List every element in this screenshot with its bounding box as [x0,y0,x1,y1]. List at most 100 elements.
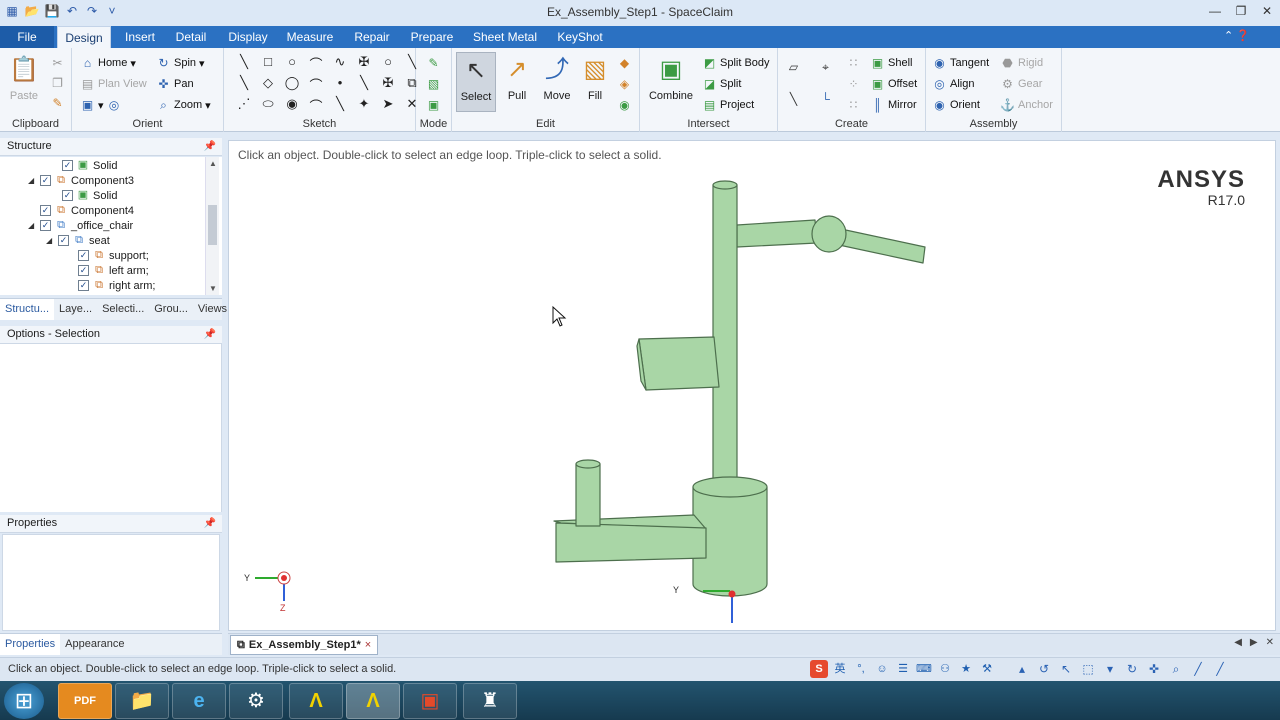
slot-tool-icon[interactable]: ⬭ [256,96,280,117]
tree-item-right-arm[interactable]: ✓ ⧉ right arm; [66,278,155,293]
pin-icon[interactable]: 📌 [204,138,216,155]
back-post[interactable] [712,184,738,494]
linear-pattern-icon[interactable]: ∷ [846,54,861,72]
extend-icon[interactable]: ✦ [352,96,376,117]
taskbar-ansys-workbench-icon[interactable]: Λ [289,683,343,719]
tree-item-component3[interactable]: ◢ ✓ ⧉ Component3 [28,173,134,188]
tweak-face-icon[interactable]: ◉ [617,96,632,114]
taskbar-spaceclaim-icon[interactable]: Λ [346,683,400,719]
taskbar-internet-explorer-icon[interactable]: e [172,683,226,719]
visibility-checkbox[interactable]: ✓ [62,160,73,171]
view-cube-button[interactable]: ▣ ▾ ◎ [80,96,122,114]
select-button[interactable]: ↖ Select [456,52,496,112]
sweep-arc-icon[interactable]: ⌒ [304,75,328,96]
orient-button[interactable]: ◉ Orient [932,96,980,114]
keyboard-icon[interactable]: ⌨ [915,660,933,678]
seat-peg[interactable] [575,463,601,527]
tree-item-component4[interactable]: ✓ ⧉ Component4 [28,203,134,218]
tree-item-solid[interactable]: ✓ ▣ Solid [50,188,117,203]
blend-icon[interactable]: ◆ [617,54,632,72]
tab-appearance[interactable]: Appearance [60,634,129,655]
three-point-arc-icon[interactable]: ⌒ [304,96,328,117]
skin-icon[interactable]: ⚇ [936,660,954,678]
tree-scrollbar[interactable]: ▲ ▼ [205,157,219,295]
tab-scroll-right-icon[interactable]: ▶ [1250,637,1258,648]
scrollbar-thumb[interactable] [208,205,217,245]
language-toggle-icon[interactable]: 英 [831,660,849,678]
visibility-checkbox[interactable]: ✓ [40,175,51,186]
tab-scroll-left-icon[interactable]: ◀ [1234,637,1242,648]
collapse-arrow-icon[interactable]: ◢ [28,176,37,185]
copy-icon[interactable]: ❐ [50,74,65,92]
3d-viewport[interactable]: Y Y Z Click an object. Double-click to s… [228,140,1276,631]
visibility-checkbox[interactable]: ✓ [40,220,51,231]
ellipse-tool-icon[interactable]: ○ [376,54,400,75]
collapse-arrow-icon[interactable]: ◢ [28,221,37,230]
settings-icon[interactable]: ⚒ [978,660,996,678]
more-tools-icon[interactable]: ╱ [1212,661,1228,677]
plan-view-button[interactable]: ▤ Plan View [80,75,147,93]
three-point-circle-icon[interactable]: ◯ [280,75,304,96]
tree-item-solid[interactable]: ✓ ▣ Solid [50,158,117,173]
taskbar-pdf-reader-icon[interactable]: PDF [58,683,112,719]
tab-views[interactable]: Views [193,299,232,320]
line-tool-icon[interactable]: ╲ [232,54,256,75]
tree-item-left-arm[interactable]: ✓ ⧉ left arm; [66,263,149,278]
pull-button[interactable]: ↗ Pull [496,52,538,112]
tab-measure[interactable]: Measure [284,26,336,48]
tab-sheet-metal[interactable]: Sheet Metal [471,26,539,48]
close-tab-icon[interactable]: × [365,639,371,651]
taskbar-tool-icon[interactable]: ⚙ [229,683,283,719]
sogou-logo-icon[interactable]: S [810,660,828,678]
visibility-checkbox[interactable]: ✓ [78,280,89,291]
tree-item-support[interactable]: ✓ ⧉ support; [66,248,149,263]
tab-file[interactable]: File [0,26,54,48]
visibility-checkbox[interactable]: ✓ [78,250,89,261]
box-select-dropdown-icon[interactable]: ▾ [1102,661,1118,677]
visibility-checkbox[interactable]: ✓ [62,190,73,201]
visibility-checkbox[interactable]: ✓ [58,235,69,246]
model-scene[interactable]: Y Y Z [229,141,1276,631]
tree-item-seat[interactable]: ◢ ✓ ⧉ seat [46,233,110,248]
tab-design[interactable]: Design [57,26,111,49]
tab-insert[interactable]: Insert [115,26,165,48]
pan-button[interactable]: ✜ Pan [156,75,193,93]
taskbar-powerpoint-icon[interactable]: ▣ [403,683,457,719]
view-toggle-icon[interactable]: ▴ [1014,661,1030,677]
tab-prepare[interactable]: Prepare [407,26,457,48]
coordinate-system-icon[interactable]: └ [818,90,833,108]
start-button[interactable]: ⊞ [4,683,44,719]
backrest-plate[interactable] [638,336,720,391]
minimize-button[interactable]: — [1202,0,1228,22]
anchor-button[interactable]: ⚓ Anchor [1000,96,1053,114]
sketch-line-icon[interactable]: ╱ [1190,661,1206,677]
ellipse-alt-icon[interactable]: ◉ [280,96,304,117]
offset-button[interactable]: ▣ Offset [870,75,917,93]
trim-tool-icon[interactable]: ✠ [352,54,376,75]
split-line-icon[interactable]: ➤ [376,96,400,117]
gear-button[interactable]: ⚙ Gear [1000,75,1042,93]
pin-icon[interactable]: 📌 [204,326,216,343]
mirror-button[interactable]: ║ Mirror [870,96,916,114]
spin-button[interactable]: ↻ Spin ▾ [156,54,204,72]
move-button[interactable]: ⤴ Move [536,52,578,112]
format-painter-icon[interactable]: ✎ [50,94,65,112]
seat-block-front[interactable] [555,522,707,563]
combine-button[interactable]: ▣ Combine [646,52,696,112]
circle-tool-icon[interactable]: ○ [280,54,304,75]
plane-icon[interactable]: ▱ [786,58,801,76]
rectangle-tool-icon[interactable]: □ [256,54,280,75]
visibility-checkbox[interactable]: ✓ [78,265,89,276]
right-arm-rod[interactable] [838,228,926,264]
origin-icon[interactable]: ⌖ [818,58,833,76]
offset-curve-icon[interactable]: ╲ [352,75,376,96]
spline-tool-icon[interactable]: ∿ [328,54,352,75]
zoom-button[interactable]: ⌕ Zoom ▾ [156,96,211,114]
fill-button[interactable]: ▧ Fill [574,52,616,112]
scroll-down-icon[interactable]: ▼ [206,284,220,293]
close-button[interactable]: ✕ [1254,0,1280,22]
face-curve-icon[interactable]: ╲ [328,96,352,117]
collapse-arrow-icon[interactable]: ◢ [46,236,55,245]
cut-icon[interactable]: ✂ [50,54,65,72]
tab-groups[interactable]: Grou... [149,299,193,320]
